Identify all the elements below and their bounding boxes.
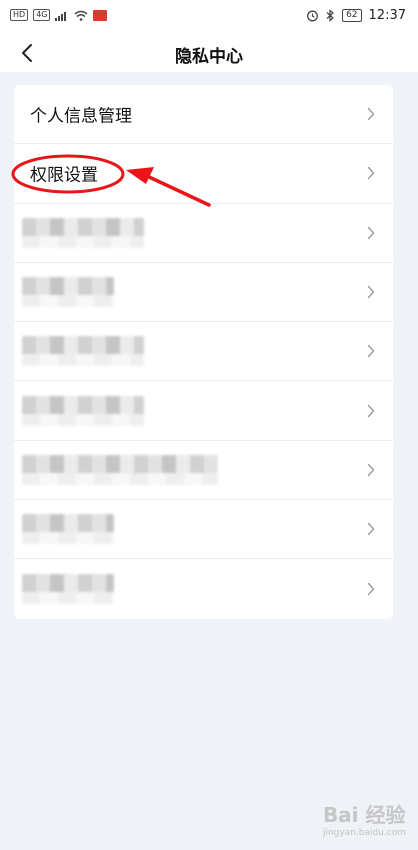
list-item-permissions[interactable]: 权限设置 [14, 144, 393, 204]
list-item-redacted[interactable] [14, 263, 393, 323]
chevron-right-icon [367, 167, 375, 180]
chevron-right-icon [367, 582, 375, 596]
list-item-label: 个人信息管理 [30, 106, 132, 127]
chevron-right-icon [367, 107, 375, 121]
chevron-right-icon [367, 523, 375, 536]
privacy-settings-list: 个人信息管理 权限设置 [14, 85, 393, 619]
list-item-redacted[interactable] [14, 559, 393, 618]
chevron-right-icon [367, 404, 375, 417]
status-right: 62 12:37 [306, 8, 406, 23]
signal-icon [55, 11, 67, 21]
redacted-label [22, 454, 218, 485]
redacted-label [22, 336, 144, 367]
alarm-icon [307, 10, 319, 22]
app-notification-icon [93, 9, 108, 21]
chevron-right-icon [367, 285, 375, 299]
redacted-label [22, 514, 114, 545]
list-item-redacted[interactable] [14, 204, 393, 263]
watermark-brand: Bai 经验 [322, 803, 406, 827]
chevron-right-icon [367, 226, 375, 239]
list-item-redacted[interactable] [14, 381, 393, 441]
nav-bar: 隐私中心 [0, 34, 418, 72]
status-bar: HD 4G 62 12:37 [0, 0, 418, 34]
hd-badge: HD [10, 9, 29, 21]
page-title: 隐私中心 [175, 47, 243, 67]
list-item-redacted[interactable] [14, 500, 393, 560]
clock: 12:37 [368, 8, 406, 23]
redacted-label [22, 217, 144, 248]
list-item-personal-info[interactable]: 个人信息管理 [14, 85, 393, 145]
chevron-right-icon [367, 345, 375, 358]
network-4g-badge: 4G [33, 9, 51, 21]
list-item-redacted[interactable] [14, 322, 393, 382]
redacted-label [22, 574, 114, 605]
chevron-right-icon [367, 463, 375, 477]
battery-icon: 62 [342, 9, 362, 22]
list-item-label: 权限设置 [30, 165, 98, 186]
watermark: Bai 经验 jingyan.baidu.com [323, 799, 406, 838]
redacted-label [22, 277, 114, 308]
wifi-icon [75, 10, 88, 21]
bluetooth-icon [326, 9, 334, 22]
list-item-redacted[interactable] [14, 441, 393, 501]
watermark-url: jingyan.baidu.com [322, 828, 406, 838]
status-left: HD 4G [10, 9, 108, 21]
redacted-label [22, 395, 144, 426]
